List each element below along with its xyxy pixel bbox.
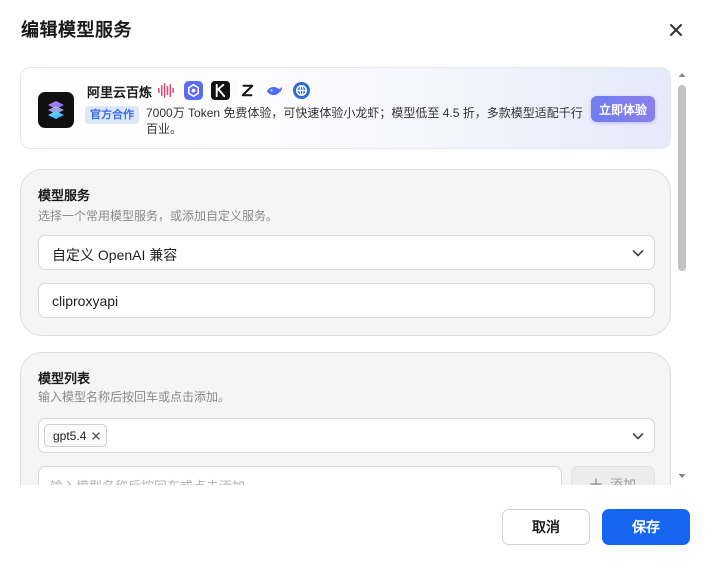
model-name-placeholder: 输入模型名称后按回车或点击添加 <box>50 476 245 485</box>
model-list-card: 模型列表 输入模型名称后按回车或点击添加。 gpt5.4 输入模型名称后按回车或… <box>20 352 671 485</box>
provider-icons <box>157 80 311 100</box>
close-icon <box>670 24 682 36</box>
model-list-title: 模型列表 <box>38 371 91 386</box>
hexagon-icon <box>184 80 203 100</box>
model-service-title: 模型服务 <box>38 188 91 203</box>
try-now-button[interactable]: 立即体验 <box>591 96 655 122</box>
model-tags-select[interactable]: gpt5.4 <box>38 418 655 453</box>
dialog-body[interactable]: 阿里云百炼 官方合作 7000万 Token 免费体验，可快速体验小龙虾；模型低… <box>0 66 712 485</box>
globe-icon <box>292 81 311 99</box>
scrollbar[interactable] <box>676 70 688 483</box>
edit-model-service-dialog: 编辑模型服务 阿里云百炼 官方合作 7000万 Token 免费体验，可快速体验… <box>0 0 712 568</box>
save-button[interactable]: 保存 <box>602 509 690 545</box>
scroll-up-arrow-icon[interactable] <box>676 70 688 80</box>
model-list-subtitle: 输入模型名称后按回车或点击添加。 <box>38 390 231 404</box>
cancel-button[interactable]: 取消 <box>502 509 590 545</box>
chevron-down-icon <box>632 250 644 257</box>
promo-banner: 阿里云百炼 官方合作 7000万 Token 免费体验，可快速体验小龙虾；模型低… <box>20 67 671 149</box>
remove-tag-icon[interactable] <box>91 431 101 441</box>
scrollbar-thumb[interactable] <box>678 85 686 271</box>
scroll-down-arrow-icon[interactable] <box>676 471 688 481</box>
model-service-card: 模型服务 选择一个常用模型服务，或添加自定义服务。 自定义 OpenAI 兼容 … <box>20 169 671 336</box>
whale-icon <box>266 86 283 95</box>
model-tag-chip: gpt5.4 <box>44 424 108 447</box>
service-name-input[interactable]: cliproxyapi <box>38 283 655 318</box>
model-name-input[interactable]: 输入模型名称后按回车或点击添加 <box>38 466 562 485</box>
waveform-icon <box>158 82 174 98</box>
official-partner-badge: 官方合作 <box>85 106 139 124</box>
plus-icon <box>590 477 602 485</box>
chevron-down-icon <box>632 433 644 440</box>
model-service-select[interactable]: 自定义 OpenAI 兼容 <box>38 235 655 270</box>
model-service-selected: 自定义 OpenAI 兼容 <box>52 247 178 263</box>
service-name-value: cliproxyapi <box>52 293 119 309</box>
zhipu-icon <box>238 80 257 100</box>
model-service-subtitle: 选择一个常用模型服务，或添加自定义服务。 <box>38 209 279 223</box>
promo-provider-name: 阿里云百炼 <box>87 85 153 100</box>
kimi-icon <box>211 80 230 100</box>
promo-description: 7000万 Token 免费体验，可快速体验小龙虾；模型低至 4.5 折，多款模… <box>146 106 583 136</box>
add-model-button[interactable]: 添加 <box>571 466 655 485</box>
model-tag-label: gpt5.4 <box>53 428 87 443</box>
close-button[interactable] <box>664 18 688 42</box>
add-model-label: 添加 <box>609 477 636 485</box>
bailian-logo-icon <box>38 92 74 128</box>
dialog-title: 编辑模型服务 <box>21 20 132 40</box>
